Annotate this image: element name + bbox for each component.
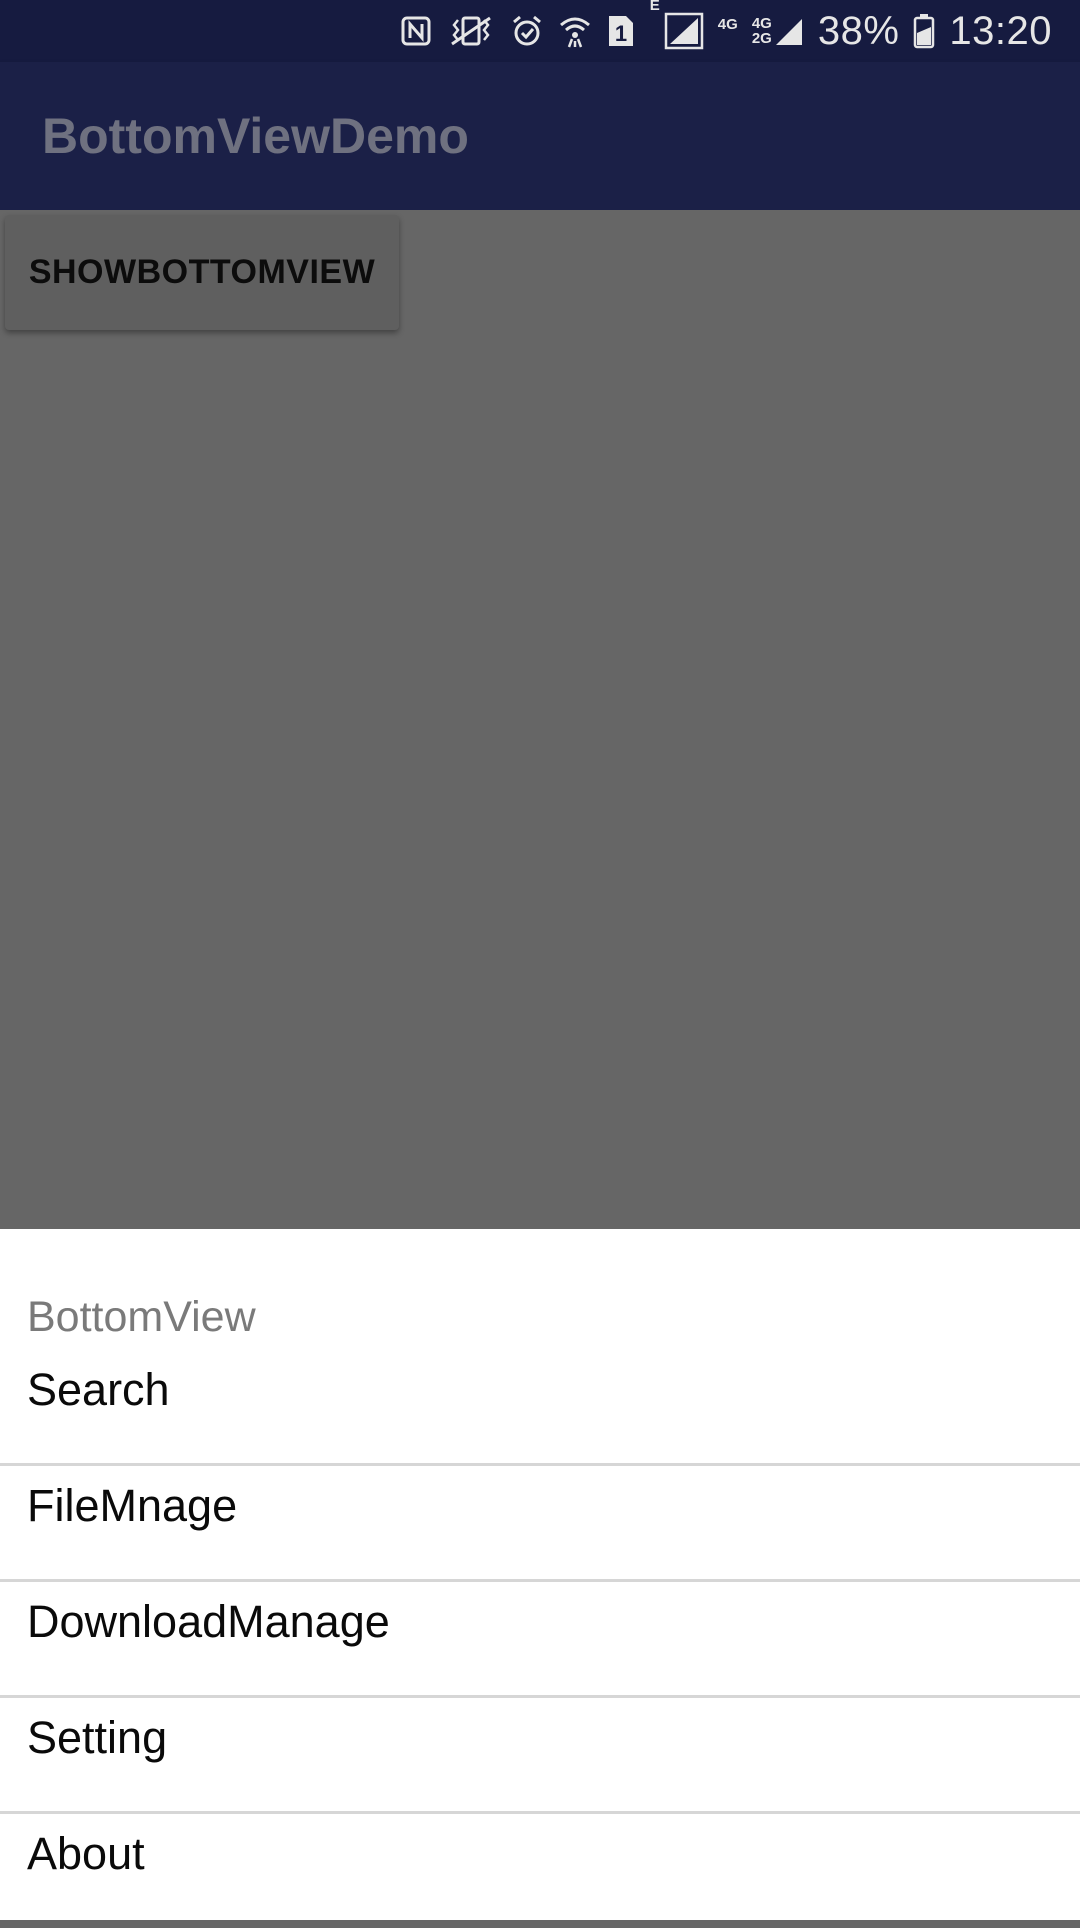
bottom-sheet: BottomView Search FileMnage DownloadMana… (0, 1229, 1080, 1920)
menu-item-label: Setting (27, 1712, 168, 1763)
battery-icon (913, 13, 935, 49)
nfc-icon (400, 15, 432, 47)
show-bottom-view-button[interactable]: SHOWBOTTOMVIEW (5, 215, 399, 330)
status-icons: 1 E 4G 4G 2G 38% 13:20 (400, 0, 1052, 62)
menu-item-downloadmanage[interactable]: DownloadManage (0, 1582, 1080, 1696)
vibrate-icon (446, 14, 496, 48)
menu-item-label: FileMnage (27, 1480, 238, 1531)
app-title: BottomViewDemo (42, 108, 469, 164)
menu-item-filemnage[interactable]: FileMnage (0, 1466, 1080, 1580)
battery-percent: 38% (817, 9, 900, 53)
signal-icon: E (650, 0, 704, 50)
menu-item-label: Search (27, 1364, 170, 1415)
menu-item-setting[interactable]: Setting (0, 1698, 1080, 1812)
network-type-e: E (649, 0, 660, 14)
signal-icon-2: 4G 2G (752, 15, 804, 47)
main-content-scrim[interactable]: SHOWBOTTOMVIEW (0, 210, 1080, 1229)
network-4g-label: 4G (717, 15, 738, 33)
menu-item-label: About (27, 1828, 145, 1879)
menu-item-search[interactable]: Search (0, 1317, 1080, 1431)
sim-1-icon: 1 (606, 13, 636, 49)
wifi-icon (558, 13, 592, 49)
menu-item-about[interactable]: About (0, 1814, 1080, 1928)
app-bar: BottomViewDemo (0, 62, 1080, 210)
status-bar: 1 E 4G 4G 2G 38% 13:20 (0, 0, 1080, 62)
sim-slot-number: 1 (615, 21, 627, 46)
menu-item-label: DownloadManage (27, 1596, 390, 1647)
clock: 13:20 (949, 9, 1052, 53)
alarm-icon (510, 14, 544, 48)
network-4g-2g-labels: 4G 2G (751, 15, 772, 47)
